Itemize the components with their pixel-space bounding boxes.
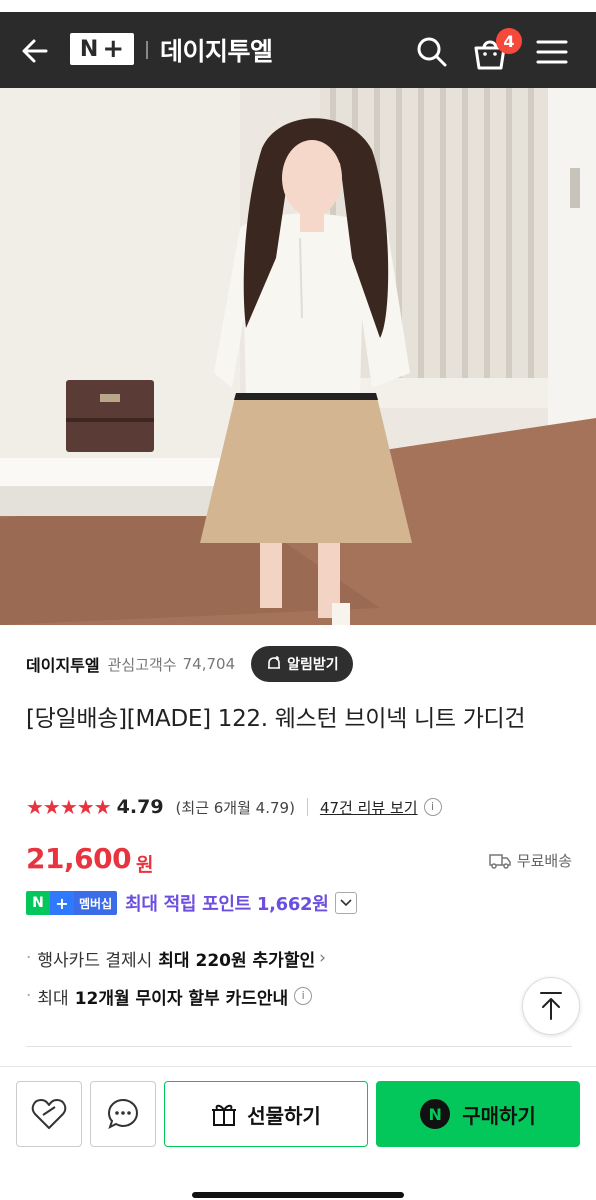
- home-indicator: [192, 1192, 404, 1198]
- rating-score: 4.79: [116, 796, 164, 818]
- naver-plus-logo[interactable]: N +: [70, 33, 134, 65]
- logo-n: N: [79, 36, 99, 62]
- arrow-up-icon: [540, 992, 562, 1020]
- shipping-label: 무료배송: [516, 852, 572, 870]
- rating-row: ★★★★★ 4.79 (최근 6개월 4.79) 47건 리뷰 보기 i: [26, 792, 442, 822]
- bell-plus-icon: [268, 656, 281, 669]
- benefit-highlight: 12개월 무이자 할부 카드안내: [74, 988, 289, 1009]
- notify-button[interactable]: 알림받기: [251, 646, 353, 682]
- price-unit: 원: [136, 854, 154, 876]
- badge-n: N: [26, 891, 50, 915]
- gift-label: 선물하기: [247, 1103, 321, 1128]
- back-button[interactable]: [18, 34, 52, 68]
- cart-button[interactable]: 4: [470, 28, 522, 76]
- rating-recent: (최근 6개월 4.79): [175, 798, 295, 817]
- buy-button[interactable]: N 구매하기: [376, 1081, 580, 1147]
- chevron-down-icon[interactable]: [334, 892, 357, 914]
- gift-button[interactable]: 선물하기: [164, 1081, 368, 1147]
- chevron-right-icon: ›: [319, 948, 326, 968]
- star-rating: ★★★★★: [26, 795, 112, 819]
- benefit-prefix: 행사카드 결제시: [37, 950, 153, 971]
- heart-check-icon: [31, 1099, 67, 1129]
- bullet: ·: [26, 986, 32, 1006]
- installment-benefit[interactable]: · 최대 12개월 무이자 할부 카드안내 i: [26, 982, 313, 1010]
- wishlist-button[interactable]: [16, 1081, 82, 1147]
- naver-plus-membership-badge: N + 멤버십: [26, 891, 118, 915]
- menu-button[interactable]: [532, 34, 572, 70]
- seller-name[interactable]: 데이지투엘: [26, 652, 100, 676]
- hamburger-menu-icon: [536, 40, 568, 64]
- price-row: 21,600 원 무료배송: [26, 842, 576, 882]
- product-image-carousel[interactable]: +: [0, 88, 596, 625]
- badge-text: 멤버십: [74, 891, 118, 915]
- max-point-text: 최대 적립 포인트 1,662원: [125, 894, 329, 915]
- review-link[interactable]: 47건 리뷰 보기: [320, 797, 418, 818]
- status-strip: [0, 0, 596, 12]
- back-arrow-icon: [22, 39, 48, 63]
- store-title[interactable]: 데이지투엘: [160, 32, 273, 68]
- benefit-highlight: 최대 220원 추가할인: [158, 950, 316, 971]
- fan-count-value: 74,704: [182, 655, 236, 673]
- info-icon[interactable]: i: [423, 798, 442, 816]
- talk-button[interactable]: [90, 1081, 156, 1147]
- cart-count-badge: 4: [496, 28, 522, 54]
- info-icon[interactable]: i: [294, 987, 313, 1005]
- shipping-info: 무료배송: [489, 850, 572, 871]
- seller-row: 데이지투엘 관심고객수 74,704 알림받기: [26, 646, 576, 682]
- notify-label: 알림받기: [287, 657, 339, 673]
- price-amount: 21,600: [26, 842, 132, 875]
- buy-label: 구매하기: [462, 1103, 536, 1128]
- search-icon: [417, 37, 447, 67]
- divider: [26, 1046, 572, 1047]
- naver-pay-n-icon: N: [420, 1099, 451, 1129]
- search-button[interactable]: [412, 32, 452, 72]
- chat-bubble-icon: [107, 1098, 139, 1129]
- product-title: [당일배송][MADE] 122. 웨스턴 브이넥 니트 가디건: [26, 706, 526, 732]
- gift-icon: [212, 1104, 237, 1126]
- logo-plus: +: [102, 34, 125, 64]
- truck-icon: [489, 853, 511, 869]
- bullet: ·: [26, 948, 32, 968]
- top-nav-bar: N + 데이지투엘 4: [0, 12, 596, 88]
- fan-count-label: 관심고객수: [107, 655, 177, 674]
- membership-row[interactable]: N + 멤버십 최대 적립 포인트 1,662원: [26, 888, 357, 918]
- product-photo: [0, 88, 596, 625]
- card-discount-benefit[interactable]: · 행사카드 결제시 최대 220원 추가할인 ›: [26, 944, 326, 972]
- benefit-prefix: 최대: [37, 988, 69, 1009]
- bottom-action-bar: 선물하기 N 구매하기: [0, 1066, 596, 1200]
- badge-plus: +: [50, 891, 74, 915]
- scroll-to-top-button[interactable]: [522, 977, 580, 1035]
- rating-divider: [306, 798, 308, 816]
- header-divider: [146, 41, 148, 59]
